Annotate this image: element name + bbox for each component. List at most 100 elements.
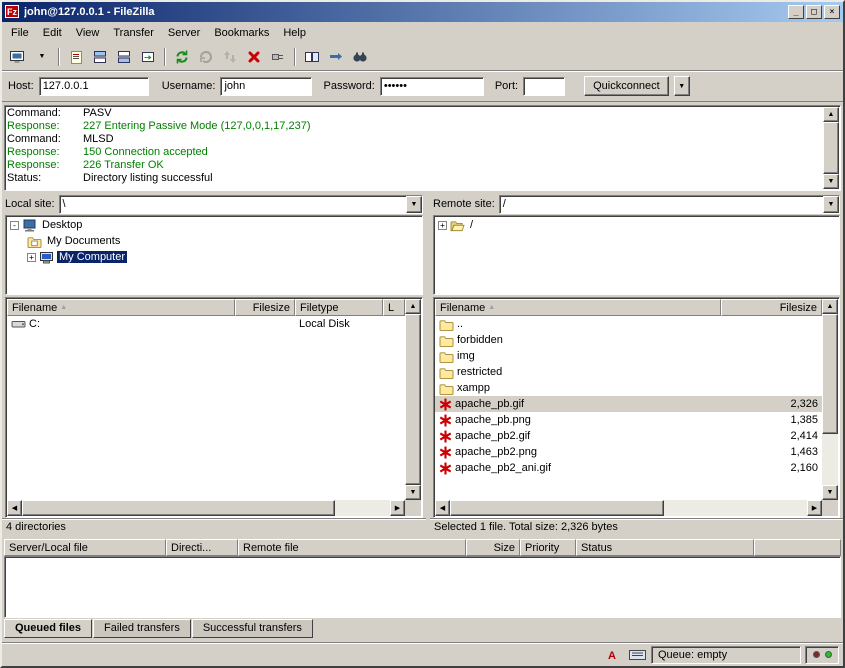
tab-failed-transfers[interactable]: Failed transfers <box>93 619 191 638</box>
find-files-button[interactable] <box>348 46 372 68</box>
scroll-thumb[interactable] <box>22 500 335 516</box>
port-input[interactable] <box>523 77 565 96</box>
minimize-button[interactable]: _ <box>788 5 804 19</box>
file-row[interactable]: restricted <box>435 364 822 380</box>
reconnect-button[interactable] <box>194 46 218 68</box>
local-file-list-body[interactable]: C:Local Disk <box>7 316 405 500</box>
tab-successful-transfers[interactable]: Successful transfers <box>192 619 313 638</box>
file-row[interactable]: .. <box>435 316 822 332</box>
scroll-thumb[interactable] <box>822 314 838 434</box>
local-site-combobox[interactable]: \ ▼ <box>59 195 423 214</box>
toggle-local-tree-button[interactable] <box>88 46 112 68</box>
scroll-track[interactable] <box>450 500 807 516</box>
remote-tree-item-blank[interactable]: +/ <box>435 217 838 233</box>
scroll-right-button[interactable]: ▶ <box>390 500 405 516</box>
file-row[interactable]: apache_pb2_ani.gif2,160 <box>435 460 822 476</box>
column-header-filetype[interactable]: Filetype <box>295 299 383 316</box>
scroll-up-button[interactable]: ▲ <box>823 107 839 122</box>
refresh-button[interactable] <box>170 46 194 68</box>
local-tree-item-desktop[interactable]: -Desktop <box>7 217 421 233</box>
column-header-server-local-file[interactable]: Server/Local file <box>4 539 166 556</box>
scroll-up-button[interactable]: ▲ <box>405 299 421 314</box>
file-row[interactable]: C:Local Disk <box>7 316 405 332</box>
cancel-current-operation-button[interactable] <box>242 46 266 68</box>
directory-comparison-button[interactable] <box>300 46 324 68</box>
remote-site-combobox[interactable]: / ▼ <box>499 195 840 214</box>
menu-transfer[interactable]: Transfer <box>106 24 161 42</box>
file-row[interactable]: apache_pb2.gif2,414 <box>435 428 822 444</box>
toggle-remote-tree-button[interactable] <box>112 46 136 68</box>
menu-view[interactable]: View <box>69 24 107 42</box>
column-header-remote-file[interactable]: Remote file <box>238 539 466 556</box>
local-list-hscrollbar[interactable]: ◀▶ <box>7 500 405 516</box>
column-header-filesize[interactable]: Filesize <box>235 299 295 316</box>
synchronized-browsing-button[interactable] <box>324 46 348 68</box>
menu-bookmarks[interactable]: Bookmarks <box>207 24 276 42</box>
scroll-thumb[interactable] <box>405 314 421 485</box>
remote-site-dropdown-icon[interactable]: ▼ <box>823 196 839 213</box>
process-queue-button[interactable] <box>218 46 242 68</box>
maximize-button[interactable]: □ <box>806 5 822 19</box>
host-input[interactable] <box>39 77 149 96</box>
menu-help[interactable]: Help <box>276 24 313 42</box>
scroll-down-button[interactable]: ▼ <box>823 174 839 189</box>
scroll-thumb[interactable] <box>450 500 664 516</box>
scroll-down-button[interactable]: ▼ <box>822 485 838 500</box>
column-header-size[interactable]: Size <box>466 539 520 556</box>
scroll-left-button[interactable]: ◀ <box>7 500 22 516</box>
title-bar[interactable]: Fz john@127.0.0.1 - FileZilla _ □ × <box>2 2 843 22</box>
message-log-scrollbar[interactable]: ▲▼ <box>823 107 839 189</box>
scroll-track[interactable] <box>405 314 421 485</box>
file-row[interactable]: apache_pb.gif2,326 <box>435 396 822 412</box>
tree-expander[interactable]: - <box>10 221 19 230</box>
local-list-vscrollbar[interactable]: ▲▼ <box>405 299 421 500</box>
column-header-directi[interactable]: Directi... <box>166 539 238 556</box>
scroll-thumb[interactable] <box>823 122 839 174</box>
quickconnect-dropdown-button[interactable]: ▼ <box>674 76 690 96</box>
quickconnect-button[interactable]: Quickconnect <box>584 76 669 96</box>
toggle-transfer-queue-button[interactable] <box>136 46 160 68</box>
site-manager-button[interactable] <box>6 46 30 68</box>
column-header-filename[interactable]: Filename▲ <box>435 299 721 316</box>
local-tree-item-my-documents[interactable]: My Documents <box>7 233 421 249</box>
close-button[interactable]: × <box>824 5 840 19</box>
local-site-dropdown-icon[interactable]: ▼ <box>406 196 422 213</box>
column-header-filename[interactable]: Filename▲ <box>7 299 235 316</box>
transfer-queue-body[interactable] <box>4 556 841 618</box>
remote-file-list-body[interactable]: ..forbiddenimgrestrictedxamppapache_pb.g… <box>435 316 822 500</box>
remote-list-hscrollbar[interactable]: ◀▶ <box>435 500 822 516</box>
tree-expander[interactable]: + <box>27 253 36 262</box>
site-manager-dropdown-button[interactable]: ▼ <box>30 46 54 68</box>
column-header-l[interactable]: L <box>383 299 405 316</box>
menu-file[interactable]: File <box>4 24 36 42</box>
scroll-track[interactable] <box>822 314 838 485</box>
column-header-priority[interactable]: Priority <box>520 539 576 556</box>
menu-edit[interactable]: Edit <box>36 24 69 42</box>
tab-queued-files[interactable]: Queued files <box>4 619 92 638</box>
menu-server[interactable]: Server <box>161 24 207 42</box>
local-file-list[interactable]: Filename▲FilesizeFiletypeL C:Local Disk … <box>5 297 423 518</box>
tree-expander[interactable]: + <box>438 221 447 230</box>
column-header-filesize[interactable]: Filesize <box>721 299 822 316</box>
scroll-track[interactable] <box>823 122 839 174</box>
scroll-track[interactable] <box>22 500 390 516</box>
remote-list-vscrollbar[interactable]: ▲▼ <box>822 299 838 500</box>
remote-tree[interactable]: +/ <box>433 215 840 295</box>
file-row[interactable]: apache_pb.png1,385 <box>435 412 822 428</box>
username-input[interactable] <box>220 77 312 96</box>
file-row[interactable]: img <box>435 348 822 364</box>
scroll-up-button[interactable]: ▲ <box>822 299 838 314</box>
local-tree[interactable]: -DesktopMy Documents+My Computer <box>5 215 423 295</box>
disconnect-button[interactable] <box>266 46 290 68</box>
scroll-left-button[interactable]: ◀ <box>435 500 450 516</box>
password-input[interactable] <box>380 77 484 96</box>
scroll-down-button[interactable]: ▼ <box>405 485 421 500</box>
file-row[interactable]: apache_pb2.png1,463 <box>435 444 822 460</box>
remote-file-list[interactable]: Filename▲Filesize ..forbiddenimgrestrict… <box>433 297 840 518</box>
toggle-message-log-button[interactable] <box>64 46 88 68</box>
file-row[interactable]: xampp <box>435 380 822 396</box>
local-tree-item-my-computer[interactable]: +My Computer <box>7 249 421 265</box>
scroll-right-button[interactable]: ▶ <box>807 500 822 516</box>
file-row[interactable]: forbidden <box>435 332 822 348</box>
column-header-status[interactable]: Status <box>576 539 754 556</box>
